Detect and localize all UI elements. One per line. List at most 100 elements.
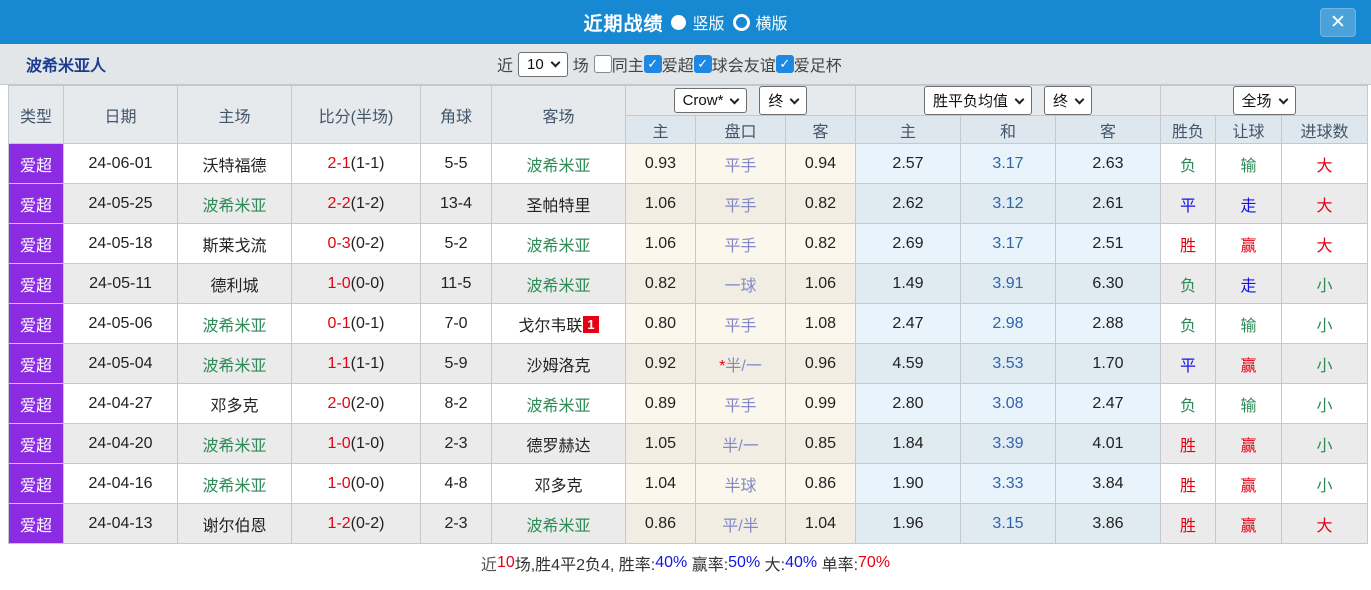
title-bar: 近期战绩 竖版 横版 ✕ — [0, 0, 1371, 44]
cell-euro-home: 2.62 — [855, 183, 961, 224]
euro-stage-select[interactable]: 终 — [1044, 86, 1093, 115]
cell-goals-result: 大 — [1280, 143, 1369, 184]
cell-goals-result: 大 — [1280, 223, 1369, 264]
cell-handicap: 一球 — [695, 263, 786, 304]
cell-euro-home: 2.57 — [855, 143, 961, 184]
cell-handicap-result: 赢 — [1215, 423, 1282, 464]
cell-date: 24-05-11 — [63, 263, 178, 304]
summary-segment: 单率: — [817, 557, 859, 574]
cell-goals-result: 小 — [1280, 423, 1369, 464]
cell-asian-home: 1.06 — [625, 183, 696, 224]
cell-score: 2-0(2-0) — [291, 383, 421, 424]
cell-handicap: 半/一 — [695, 423, 786, 464]
cell-asian-home: 0.82 — [625, 263, 696, 304]
col-header-home: 主场 — [177, 85, 292, 144]
cell-league-type: 爱超 — [8, 143, 64, 184]
col-header-date: 日期 — [63, 85, 178, 144]
cell-euro-away: 6.30 — [1055, 263, 1161, 304]
cell-euro-draw: 3.33 — [960, 463, 1056, 504]
subcol-asian-home: 主 — [625, 115, 696, 144]
close-button[interactable]: ✕ — [1320, 8, 1356, 37]
cell-asian-away: 0.99 — [785, 383, 856, 424]
filter-checkbox-爱超[interactable]: ✓ — [643, 55, 662, 73]
euro-bookmaker-select[interactable]: 胜平负均值 — [923, 86, 1032, 115]
cell-date: 24-04-13 — [63, 503, 178, 544]
cell-result: 胜 — [1160, 503, 1216, 544]
cell-home-team: 波希米亚 — [177, 183, 292, 224]
cell-home-team: 斯莱戈流 — [177, 223, 292, 264]
cell-euro-draw: 3.12 — [960, 183, 1056, 224]
cell-asian-away: 0.86 — [785, 463, 856, 504]
cell-score: 0-1(0-1) — [291, 303, 421, 344]
cell-asian-away: 0.82 — [785, 223, 856, 264]
asian-stage-select[interactable]: 终 — [759, 86, 808, 115]
recent-count-select[interactable]: 10 — [518, 51, 568, 77]
layout-radio-horizontal[interactable]: 横版 — [732, 10, 788, 34]
asian-bookmaker-select[interactable]: Crow* — [673, 88, 748, 113]
result-scope-select[interactable]: 全场 — [1232, 86, 1296, 115]
cell-league-type: 爱超 — [8, 463, 64, 504]
cell-date: 24-04-16 — [63, 463, 178, 504]
cell-asian-home: 0.80 — [625, 303, 696, 344]
cell-euro-away: 2.61 — [1055, 183, 1161, 224]
filter-checkbox-同主[interactable] — [593, 55, 612, 73]
cell-asian-home: 0.93 — [625, 143, 696, 184]
cell-score: 1-0(0-0) — [291, 463, 421, 504]
cell-euro-away: 1.70 — [1055, 343, 1161, 384]
filter-checkbox-爱足杯[interactable]: ✓ — [775, 55, 794, 73]
results-table-wrap: 类型 日期 主场 比分(半场) 角球 客场 Crow* 终 胜平负均值 终 全场… — [0, 85, 1371, 544]
filter-bar: 波希米亚人 近 10 场 同主 ✓ 爱超 ✓ 球会友谊 ✓ 爱足杯 — [0, 44, 1371, 85]
cell-handicap-result: 走 — [1215, 183, 1282, 224]
cell-euro-draw: 2.98 — [960, 303, 1056, 344]
cell-league-type: 爱超 — [8, 303, 64, 344]
cell-league-type: 爱超 — [8, 503, 64, 544]
cell-score: 1-0(1-0) — [291, 423, 421, 464]
cell-euro-away: 3.86 — [1055, 503, 1161, 544]
subcol-euro-away: 客 — [1055, 115, 1161, 144]
result-group-header: 全场 — [1159, 85, 1369, 116]
filter-checkbox-label: 爱足杯 — [793, 58, 842, 75]
layout-radio-vertical[interactable]: 竖版 — [671, 10, 725, 34]
cell-score: 0-3(0-2) — [291, 223, 421, 264]
cell-euro-away: 3.84 — [1055, 463, 1161, 504]
chevron-down-icon — [1074, 94, 1085, 104]
cell-asian-away: 1.06 — [785, 263, 856, 304]
cell-handicap: 平手 — [695, 143, 786, 184]
filter-checkbox-球会友谊[interactable]: ✓ — [693, 55, 712, 73]
cell-result: 负 — [1160, 303, 1216, 344]
cell-score: 2-2(1-2) — [291, 183, 421, 224]
col-header-away: 客场 — [491, 85, 626, 144]
summary-segment: 70% — [858, 554, 891, 571]
radio-selected-icon[interactable] — [671, 14, 687, 30]
cell-home-team: 波希米亚 — [177, 303, 292, 344]
cell-goals-result: 小 — [1280, 343, 1369, 384]
filter-controls: 近 10 场 同主 ✓ 爱超 ✓ 球会友谊 ✓ 爱足杯 — [497, 51, 842, 77]
cell-league-type: 爱超 — [8, 343, 64, 384]
cell-corners: 7-0 — [420, 303, 492, 344]
table-row: 爱超 24-06-01 沃特福德 2-1(1-1) 5-5 波希米亚 0.93 平手 0.94 2… — [8, 143, 1369, 184]
cell-euro-draw: 3.08 — [960, 383, 1056, 424]
cell-league-type: 爱超 — [8, 183, 64, 224]
cell-handicap-result: 赢 — [1215, 343, 1282, 384]
summary-line: 近 10 场,胜4平2负4, 胜率: 40% 赢率: 50% 大: 40% 单率: 70% — [0, 544, 1371, 582]
cell-result: 胜 — [1160, 223, 1216, 264]
close-icon: ✕ — [1330, 12, 1346, 33]
euro-odds-group-header: 胜平负均值 终 — [855, 85, 1161, 116]
subcol-euro-draw: 和 — [960, 115, 1056, 144]
cell-goals-result: 小 — [1280, 303, 1369, 344]
cell-corners: 5-2 — [420, 223, 492, 264]
cell-score: 1-0(0-0) — [291, 263, 421, 304]
cell-corners: 8-2 — [420, 383, 492, 424]
cell-handicap-result: 输 — [1215, 303, 1282, 344]
radio-unselected-icon[interactable] — [732, 13, 750, 31]
cell-euro-home: 1.96 — [855, 503, 961, 544]
cell-corners: 4-8 — [420, 463, 492, 504]
cell-handicap-result: 输 — [1215, 383, 1282, 424]
cell-away-team: 波希米亚 — [491, 143, 626, 184]
subcol-result: 胜负 — [1160, 115, 1216, 144]
cell-euro-home: 1.90 — [855, 463, 961, 504]
cell-asian-away: 1.04 — [785, 503, 856, 544]
cell-corners: 5-9 — [420, 343, 492, 384]
subcol-asian-away: 客 — [785, 115, 856, 144]
cell-handicap-result: 输 — [1215, 143, 1282, 184]
